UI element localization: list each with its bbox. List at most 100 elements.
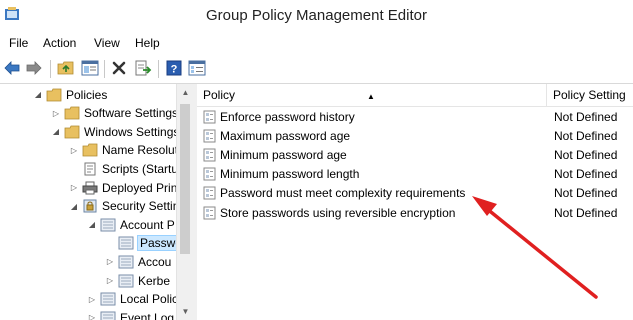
expanded-arrow-icon[interactable]: ◢ (86, 219, 98, 231)
tree-item-label: Accou (138, 254, 172, 269)
policy-name: Minimum password length (220, 167, 360, 182)
policy-setting-icon (203, 167, 216, 181)
toolbar-separator (104, 60, 105, 78)
menu-help[interactable]: Help (135, 36, 160, 50)
folder-icon (46, 88, 62, 101)
help-icon[interactable]: ? (164, 58, 184, 78)
scroll-down-icon[interactable]: ▼ (177, 303, 194, 320)
tree-item[interactable]: ▷ Kerbe (104, 271, 170, 290)
column-header-policy[interactable]: Policy ▲ (197, 84, 547, 106)
collapsed-arrow-icon[interactable]: ▷ (104, 256, 116, 268)
policy-setting-icon (203, 110, 216, 123)
scroll-up-icon[interactable]: ▲ (177, 84, 194, 101)
up-folder-icon[interactable] (56, 58, 76, 78)
scripts-icon (84, 162, 96, 176)
policy-setting-icon (203, 206, 216, 219)
printer-icon (82, 181, 98, 194)
policy-folder-icon (100, 311, 116, 320)
tree-item-label: Kerbe (138, 273, 171, 288)
policy-setting-value: Not Defined (554, 205, 618, 220)
toolbar: ? (0, 54, 633, 84)
details-pane: Policy ▲ Policy Setting Enforce password… (197, 84, 633, 320)
policy-row[interactable]: Password must meet complexity requiremen… (197, 184, 633, 203)
collapsed-arrow-icon[interactable]: ▷ (86, 293, 98, 305)
expanded-arrow-icon[interactable]: ◢ (50, 126, 62, 138)
tree-item[interactable]: ▷ Deployed Prin (68, 178, 176, 197)
toolbar-separator (158, 60, 159, 78)
tree-item[interactable]: ◢ Windows Settings (50, 122, 176, 141)
expanded-arrow-icon[interactable]: ◢ (32, 89, 44, 101)
tree-item[interactable]: Passwo (104, 234, 176, 253)
tree-item-label: Windows Settings (84, 124, 176, 139)
tree-item[interactable]: ▷ Local Polic (86, 290, 176, 309)
scroll-thumb[interactable] (180, 104, 190, 254)
tree-item-label: Account P (120, 217, 175, 232)
tree-item-label: Name Resolut (102, 143, 176, 158)
console-tree: ◢ Policies ▷ Software Settings ◢ Windows Sett… (0, 84, 176, 320)
policy-setting-value: Not Defined (554, 128, 618, 143)
tree-item-label: Event Log (120, 310, 175, 320)
tree-item[interactable]: ▷ Accou (104, 252, 171, 271)
policy-row[interactable]: Maximum password age Not Defined (197, 126, 633, 145)
policy-row[interactable]: Minimum password age Not Defined (197, 145, 633, 164)
tree-item[interactable]: ▷ Name Resolut (68, 141, 176, 160)
policy-folder-icon (100, 292, 116, 306)
collapsed-arrow-icon[interactable]: ▷ (104, 275, 116, 287)
tree-item[interactable]: Scripts (Startu (68, 159, 176, 178)
window-title: Group Policy Management Editor (206, 7, 427, 24)
collapsed-arrow-icon[interactable]: ▷ (86, 312, 98, 320)
collapsed-arrow-icon[interactable]: ▷ (68, 144, 80, 156)
folder-icon (82, 143, 98, 157)
policy-row[interactable]: Enforce password history Not Defined (197, 107, 633, 126)
policy-folder-icon (118, 236, 134, 250)
tree-item[interactable]: ▷ Software Settings (50, 104, 176, 123)
column-header-policy-setting[interactable]: Policy Setting (547, 84, 633, 106)
policy-setting-icon (203, 148, 216, 162)
policy-setting-icon (203, 186, 216, 200)
menu-action[interactable]: Action (43, 36, 76, 50)
policy-setting-value: Not Defined (554, 147, 618, 162)
show-hide-tree-icon[interactable] (80, 58, 100, 78)
security-settings-icon (83, 199, 97, 213)
policy-row[interactable]: Store passwords using reversible encrypt… (197, 203, 633, 222)
collapsed-arrow-icon[interactable]: ▷ (68, 182, 80, 194)
tree-vertical-scrollbar[interactable]: ▲ ▼ (176, 84, 194, 320)
tree-item-label: Passwo (136, 235, 176, 252)
delete-icon[interactable] (109, 58, 129, 78)
tree-item[interactable]: ◢ Policies (32, 85, 107, 104)
menu-file[interactable]: File (9, 36, 28, 50)
export-list-icon[interactable] (133, 58, 153, 78)
policy-folder-icon (100, 218, 116, 232)
tree-item-label: Local Polic (120, 292, 176, 307)
menu-view[interactable]: View (94, 36, 120, 50)
tree-item[interactable]: ◢ Account P (86, 215, 175, 234)
properties-icon[interactable] (187, 58, 207, 78)
tree-item-label: Deployed Prin (102, 180, 176, 195)
tree-item[interactable]: ◢ Security Settin (68, 197, 176, 216)
svg-text:?: ? (171, 64, 178, 76)
policy-setting-icon (203, 129, 216, 143)
policy-setting-value: Not Defined (554, 186, 618, 201)
column-header-policy-label: Policy (203, 88, 236, 102)
policy-name: Password must meet complexity requiremen… (220, 186, 466, 201)
folder-icon (64, 125, 80, 139)
list-header: Policy ▲ Policy Setting (197, 84, 633, 107)
policy-name: Minimum password age (220, 147, 347, 162)
title-bar: Group Policy Management Editor (0, 0, 633, 34)
tree-item-label: Policies (66, 87, 108, 102)
policy-name: Store passwords using reversible encrypt… (220, 205, 456, 220)
tree-item[interactable]: ▷ Event Log (86, 308, 174, 320)
policy-row[interactable]: Minimum password length Not Defined (197, 165, 633, 184)
tree-item-label: Security Settin (102, 199, 176, 214)
policy-folder-icon (118, 274, 134, 287)
policy-name: Maximum password age (220, 128, 351, 143)
expanded-arrow-icon[interactable]: ◢ (68, 200, 80, 212)
forward-icon[interactable] (24, 58, 44, 78)
collapsed-arrow-icon[interactable]: ▷ (50, 107, 62, 119)
back-icon[interactable] (2, 58, 22, 78)
policy-folder-icon (118, 255, 134, 269)
sort-ascending-icon: ▲ (367, 92, 375, 101)
toolbar-separator (50, 60, 51, 78)
